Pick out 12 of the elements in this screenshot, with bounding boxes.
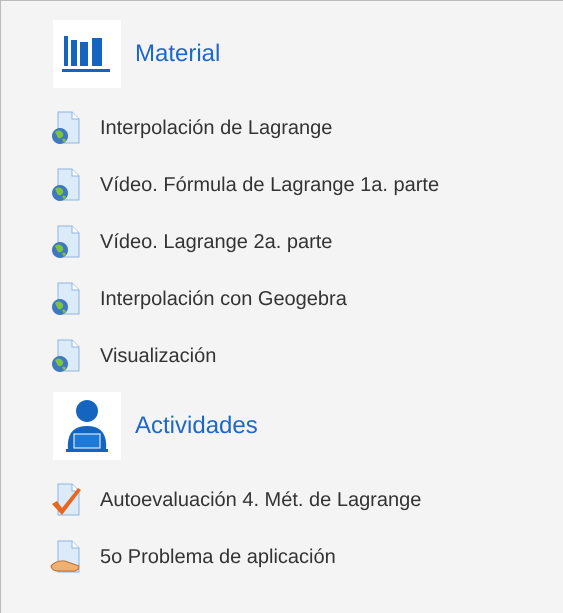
activity-link[interactable]: Interpolación con Geogebra [100,284,347,314]
checked-document-icon [50,482,84,518]
activity-link[interactable]: Autoevaluación 4. Mét. de Lagrange [100,485,422,515]
activity-link[interactable]: Vídeo. Lagrange 2a. parte [100,227,332,257]
person-at-laptop-icon [53,392,121,460]
section-title: Actividades [135,411,258,441]
activity-link[interactable]: Visualización [100,341,216,371]
activity-link[interactable]: 5o Problema de aplicación [100,542,336,572]
activity-link[interactable]: Vídeo. Fórmula de Lagrange 1a. parte [100,170,440,200]
bookshelf-icon [53,20,121,88]
activity-link[interactable]: Interpolación de Lagrange [100,113,332,143]
section-title: Material [135,39,220,69]
